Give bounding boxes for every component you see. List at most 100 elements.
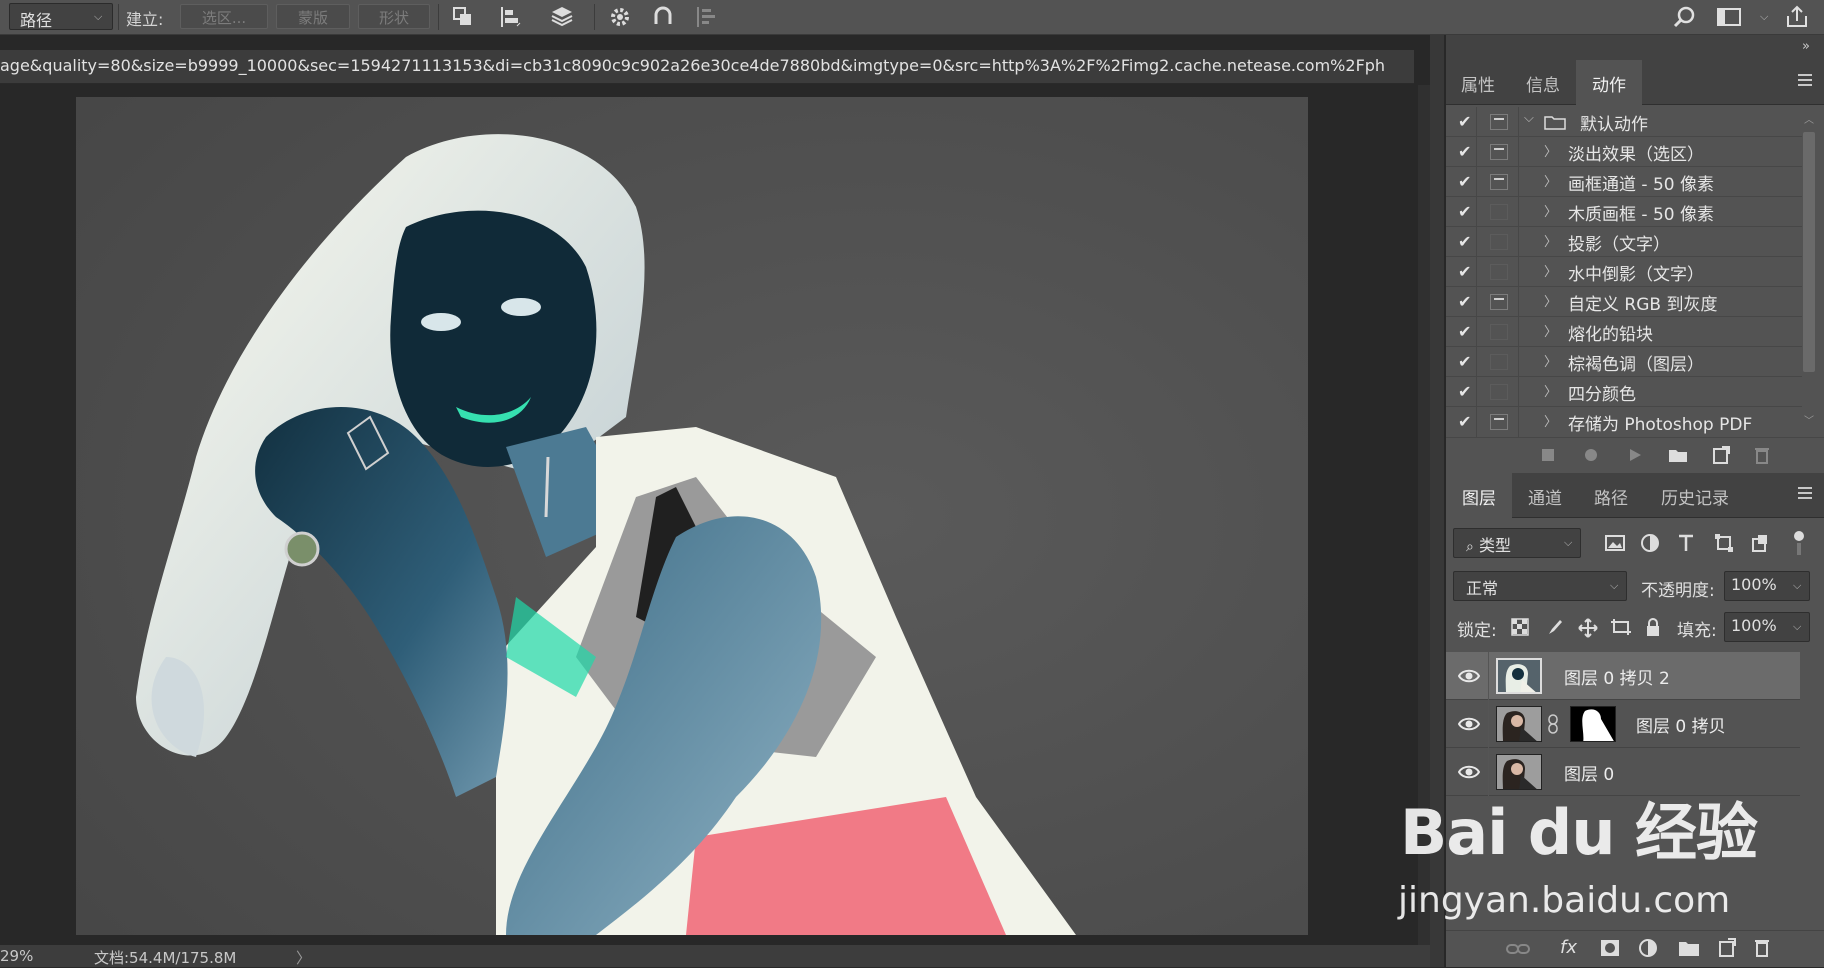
document-tab[interactable]: age&quality=80&size=b9999_10000&sec=1594… xyxy=(0,50,1414,84)
dialog-toggle[interactable] xyxy=(1490,144,1508,160)
chevron-right-icon[interactable]: 〉 xyxy=(1544,141,1557,160)
action-item[interactable]: ✔ 〉 存储为 Photoshop PDF xyxy=(1446,407,1802,437)
smart-object-filter-icon[interactable] xyxy=(1750,533,1770,553)
canvas-area[interactable] xyxy=(0,85,1430,945)
record-icon[interactable] xyxy=(1584,448,1598,462)
fx-icon[interactable]: fx xyxy=(1560,937,1577,958)
make-selection-button[interactable]: 选区... xyxy=(180,4,268,29)
workspace-icon[interactable] xyxy=(1716,4,1742,30)
check-icon[interactable]: ✔ xyxy=(1458,292,1471,311)
status-menu-arrow[interactable]: 〉 xyxy=(296,947,311,968)
action-set-default[interactable]: ✔ ⌵ 默认动作 xyxy=(1446,107,1802,137)
chevron-right-icon[interactable]: 〉 xyxy=(1544,381,1557,400)
adjustment-layer-filter-icon[interactable] xyxy=(1640,533,1660,553)
check-icon[interactable]: ✔ xyxy=(1458,112,1471,131)
check-icon[interactable]: ✔ xyxy=(1458,142,1471,161)
chevron-right-icon[interactable]: 〉 xyxy=(1544,411,1557,430)
opacity-field[interactable]: 100% ⌵ xyxy=(1724,571,1810,601)
dialog-toggle[interactable] xyxy=(1490,114,1508,130)
layer-thumbnail[interactable] xyxy=(1496,706,1542,742)
tab-actions[interactable]: 动作 xyxy=(1576,60,1642,105)
check-icon[interactable]: ✔ xyxy=(1458,352,1471,371)
shape-layer-filter-icon[interactable] xyxy=(1714,533,1734,553)
chevron-right-icon[interactable]: 〉 xyxy=(1544,291,1557,310)
type-layer-filter-icon[interactable] xyxy=(1676,533,1696,553)
tab-paths[interactable]: 路径 xyxy=(1578,473,1644,518)
lock-transparent-pixels-icon[interactable] xyxy=(1511,618,1529,636)
tab-channels[interactable]: 通道 xyxy=(1512,473,1578,518)
action-item[interactable]: ✔ 〉 四分颜色 xyxy=(1446,377,1802,407)
dialog-toggle[interactable] xyxy=(1490,384,1508,400)
play-icon[interactable] xyxy=(1628,448,1642,462)
new-group-icon[interactable] xyxy=(1678,939,1700,957)
check-icon[interactable]: ✔ xyxy=(1458,322,1471,341)
stop-icon[interactable] xyxy=(1542,449,1554,461)
scroll-down-icon[interactable]: ﹀ xyxy=(1804,412,1814,427)
path-operations-icon[interactable] xyxy=(450,4,476,30)
lock-all-icon[interactable] xyxy=(1645,617,1661,637)
check-icon[interactable]: ✔ xyxy=(1458,262,1471,281)
action-item[interactable]: ✔ 〉 画框通道 - 50 像素 xyxy=(1446,167,1802,197)
zoom-level[interactable]: 29% xyxy=(0,947,33,965)
action-item[interactable]: ✔ 〉 投影（文字） xyxy=(1446,227,1802,257)
new-set-folder-icon[interactable] xyxy=(1668,447,1688,463)
chevron-down-icon[interactable]: ⌵ xyxy=(1793,579,1801,593)
search-icon[interactable] xyxy=(1672,4,1698,30)
check-icon[interactable]: ✔ xyxy=(1458,382,1471,401)
collapse-icon[interactable]: » xyxy=(1802,39,1810,54)
dialog-toggle[interactable] xyxy=(1490,234,1508,250)
layer-name[interactable]: 图层 0 拷贝 xyxy=(1636,712,1726,737)
new-layer-icon[interactable] xyxy=(1718,938,1736,958)
dialog-toggle[interactable] xyxy=(1490,204,1508,220)
chevron-right-icon[interactable]: 〉 xyxy=(1544,201,1557,220)
panel-menu-icon[interactable] xyxy=(1798,487,1812,502)
filter-toggle-icon[interactable] xyxy=(1792,530,1806,556)
chevron-down-icon[interactable]: ⌵ xyxy=(1793,620,1801,634)
action-item[interactable]: ✔ 〉 棕褐色调（图层） xyxy=(1446,347,1802,377)
share-icon[interactable] xyxy=(1784,4,1810,30)
chevron-right-icon[interactable]: 〉 xyxy=(1544,261,1557,280)
panel-collapse-strip[interactable]: » xyxy=(1446,35,1824,61)
actions-scrollbar[interactable] xyxy=(1803,132,1815,372)
dialog-toggle[interactable] xyxy=(1490,414,1508,430)
dialog-toggle[interactable] xyxy=(1490,354,1508,370)
tab-history[interactable]: 历史记录 xyxy=(1644,473,1746,518)
action-item[interactable]: ✔ 〉 熔化的铅块 xyxy=(1446,317,1802,347)
document-canvas[interactable] xyxy=(76,97,1308,935)
dialog-toggle[interactable] xyxy=(1490,294,1508,310)
trash-icon[interactable] xyxy=(1754,938,1770,958)
path-alignment-icon[interactable] xyxy=(497,4,523,30)
link-layers-icon[interactable] xyxy=(1506,941,1530,957)
chevron-down-icon[interactable]: ⌵ xyxy=(1760,10,1768,24)
add-mask-icon[interactable] xyxy=(1600,939,1620,957)
chevron-right-icon[interactable]: 〉 xyxy=(1544,321,1557,340)
layer-row[interactable]: 图层 0 拷贝 2 xyxy=(1446,652,1800,700)
chevron-right-icon[interactable]: 〉 xyxy=(1544,171,1557,190)
scroll-up-icon[interactable]: ︿ xyxy=(1804,111,1814,126)
align-edges-icon[interactable] xyxy=(650,4,676,30)
eye-icon[interactable] xyxy=(1458,763,1480,781)
dialog-toggle[interactable] xyxy=(1490,264,1508,280)
adjustment-layer-icon[interactable] xyxy=(1638,938,1658,958)
check-icon[interactable]: ✔ xyxy=(1458,232,1471,251)
tab-info[interactable]: 信息 xyxy=(1510,60,1576,105)
blend-mode-select[interactable]: 正常 ⌵ xyxy=(1453,571,1627,601)
eye-icon[interactable] xyxy=(1458,667,1480,685)
action-item[interactable]: ✔ 〉 淡出效果（选区） xyxy=(1446,137,1802,167)
make-shape-button[interactable]: 形状 xyxy=(358,4,430,29)
tool-mode-select[interactable]: 路径 ⌵ xyxy=(9,3,113,30)
tab-properties[interactable]: 属性 xyxy=(1446,60,1510,105)
action-item[interactable]: ✔ 〉 木质画框 - 50 像素 xyxy=(1446,197,1802,227)
chevron-down-icon[interactable]: ⌵ xyxy=(1524,111,1534,126)
chevron-right-icon[interactable]: 〉 xyxy=(1544,231,1557,250)
lock-position-icon[interactable] xyxy=(1578,618,1598,638)
layer-name[interactable]: 图层 0 拷贝 2 xyxy=(1564,664,1670,689)
make-mask-button[interactable]: 蒙版 xyxy=(276,4,350,29)
check-icon[interactable]: ✔ xyxy=(1458,412,1471,431)
pixel-layer-filter-icon[interactable] xyxy=(1604,533,1626,553)
new-action-icon[interactable] xyxy=(1712,446,1730,464)
constrain-path-icon[interactable] xyxy=(693,4,719,30)
action-item[interactable]: ✔ 〉 自定义 RGB 到灰度 xyxy=(1446,287,1802,317)
layer-mask-thumbnail[interactable] xyxy=(1570,706,1616,742)
tab-layers[interactable]: 图层 xyxy=(1446,473,1512,518)
